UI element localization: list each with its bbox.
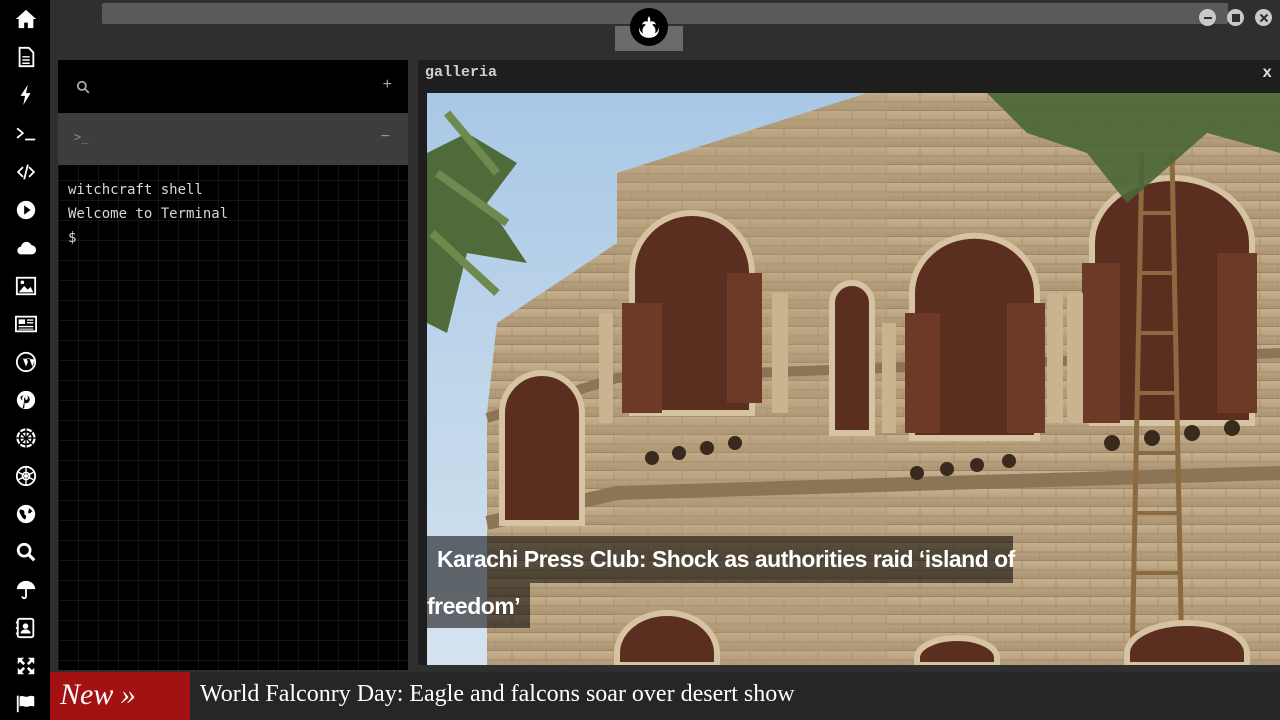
flag-icon[interactable] bbox=[14, 691, 38, 715]
wordpress-icon[interactable] bbox=[14, 350, 38, 374]
close-window-button[interactable] bbox=[1255, 9, 1272, 26]
terminal-tab[interactable]: >_ − bbox=[58, 113, 408, 165]
umbrella-icon[interactable] bbox=[14, 578, 38, 602]
gallery-panel: galleria x Karachi Press Club: Shock as … bbox=[418, 60, 1280, 665]
terminal-panel: + >_ − witchcraft shell Welcome to Termi… bbox=[58, 60, 408, 670]
minimize-button[interactable] bbox=[1199, 9, 1216, 26]
ticker-headline[interactable]: World Falconry Day: Eagle and falcons so… bbox=[200, 672, 795, 720]
sidebar bbox=[0, 0, 50, 720]
news-ticker: New » World Falconry Day: Eagle and falc… bbox=[50, 672, 1280, 720]
play-icon[interactable] bbox=[14, 198, 38, 222]
cloud-icon[interactable] bbox=[14, 236, 38, 260]
terminal-prompt: $ bbox=[68, 230, 77, 246]
terminal-output[interactable]: witchcraft shell Welcome to Terminal $ bbox=[68, 178, 228, 250]
maximize-button[interactable] bbox=[1227, 9, 1244, 26]
image-icon[interactable] bbox=[14, 274, 38, 298]
add-terminal-button[interactable]: + bbox=[383, 76, 392, 94]
globe-icon[interactable] bbox=[14, 502, 38, 526]
lightning-icon[interactable] bbox=[14, 83, 38, 107]
contact-card-icon[interactable] bbox=[14, 616, 38, 640]
gallery-title: galleria bbox=[425, 64, 498, 81]
new-badge[interactable]: New » bbox=[50, 672, 190, 720]
terminal-search-bar: + bbox=[58, 60, 408, 113]
search-icon[interactable] bbox=[76, 80, 90, 99]
terminal-line: witchcraft shell bbox=[68, 182, 203, 198]
caption-line-2: freedom’ bbox=[427, 583, 530, 628]
home-icon[interactable] bbox=[14, 7, 38, 31]
gallery-close-button[interactable]: x bbox=[1262, 64, 1272, 82]
rebel-alliance-icon[interactable] bbox=[630, 8, 668, 46]
search-icon[interactable] bbox=[14, 540, 38, 564]
newspaper-icon[interactable] bbox=[14, 312, 38, 336]
expand-arrows-icon[interactable] bbox=[14, 654, 38, 678]
collapse-terminal-button[interactable]: − bbox=[381, 128, 390, 146]
caption-line-1: Karachi Press Club: Shock as authorities… bbox=[427, 536, 1015, 583]
galactic-empire-icon[interactable] bbox=[14, 426, 38, 450]
death-star-icon[interactable] bbox=[14, 464, 38, 488]
code-icon[interactable] bbox=[14, 160, 38, 184]
gallery-photo[interactable]: Karachi Press Club: Shock as authorities… bbox=[427, 93, 1280, 665]
document-icon[interactable] bbox=[14, 45, 38, 69]
pinterest-icon[interactable] bbox=[14, 388, 38, 412]
terminal-line: Welcome to Terminal bbox=[68, 206, 229, 222]
terminal-icon[interactable] bbox=[14, 122, 38, 146]
terminal-prompt-icon: >_ bbox=[74, 130, 89, 144]
